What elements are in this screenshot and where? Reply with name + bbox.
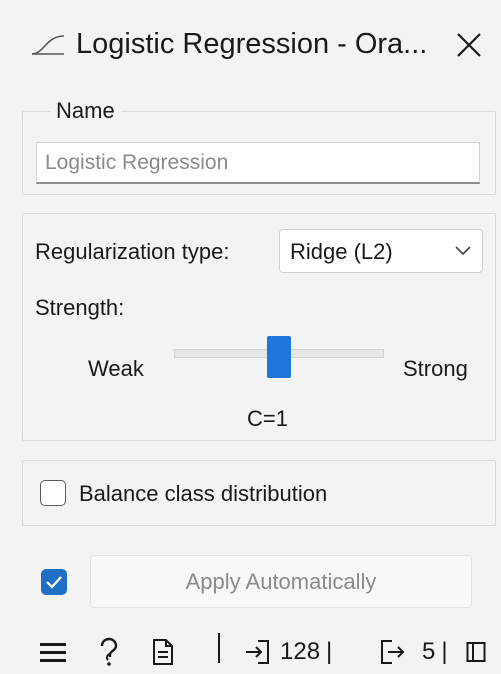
name-group-title: Name	[50, 98, 121, 124]
strength-label: Strength:	[35, 295, 125, 320]
logistic-regression-icon	[31, 35, 65, 55]
name-input[interactable]	[36, 142, 480, 184]
status-bar: 128 | 5 |	[0, 625, 501, 674]
resize-toggle[interactable]	[466, 637, 486, 667]
regularization-type-value: Ridge (L2)	[290, 239, 393, 264]
strength-slider-handle[interactable]	[267, 336, 291, 378]
apply-button-label: Apply Automatically	[185, 568, 377, 594]
help-button[interactable]	[96, 637, 122, 667]
output-count: 5	[422, 638, 436, 665]
strong-label: Strong	[403, 356, 468, 381]
output-arrow-icon	[381, 640, 405, 664]
help-icon	[100, 637, 118, 666]
regularization-type-label: Regularization type:	[35, 239, 230, 264]
input-count: 128	[280, 638, 321, 665]
hamburger-menu-icon	[40, 643, 66, 662]
checkmark-icon	[46, 576, 62, 589]
panel-icon	[466, 642, 486, 662]
c-value-label: C=1	[247, 406, 288, 431]
menu-button[interactable]	[40, 637, 68, 667]
document-icon	[153, 639, 173, 665]
title-bar: Logistic Regression - Ora...	[0, 0, 501, 90]
input-summary[interactable]: 128 |	[244, 637, 332, 667]
auto-apply-checkbox[interactable]	[41, 569, 67, 595]
close-icon	[457, 33, 481, 57]
input-arrow-icon	[246, 640, 269, 664]
balance-class-label[interactable]: Balance class distribution	[79, 481, 327, 507]
apply-button[interactable]: Apply Automatically	[90, 555, 472, 608]
status-separator	[218, 633, 220, 663]
output-separator: |	[441, 638, 448, 665]
chevron-down-icon	[455, 246, 471, 256]
close-button[interactable]	[450, 26, 488, 64]
input-separator: |	[326, 638, 333, 665]
report-button[interactable]	[152, 637, 174, 667]
regularization-type-select[interactable]: Ridge (L2)	[279, 229, 483, 273]
weak-label: Weak	[88, 356, 144, 381]
balance-class-checkbox[interactable]	[40, 480, 66, 506]
output-summary[interactable]: 5 |	[378, 637, 448, 667]
window-title: Logistic Regression - Ora...	[76, 28, 428, 60]
